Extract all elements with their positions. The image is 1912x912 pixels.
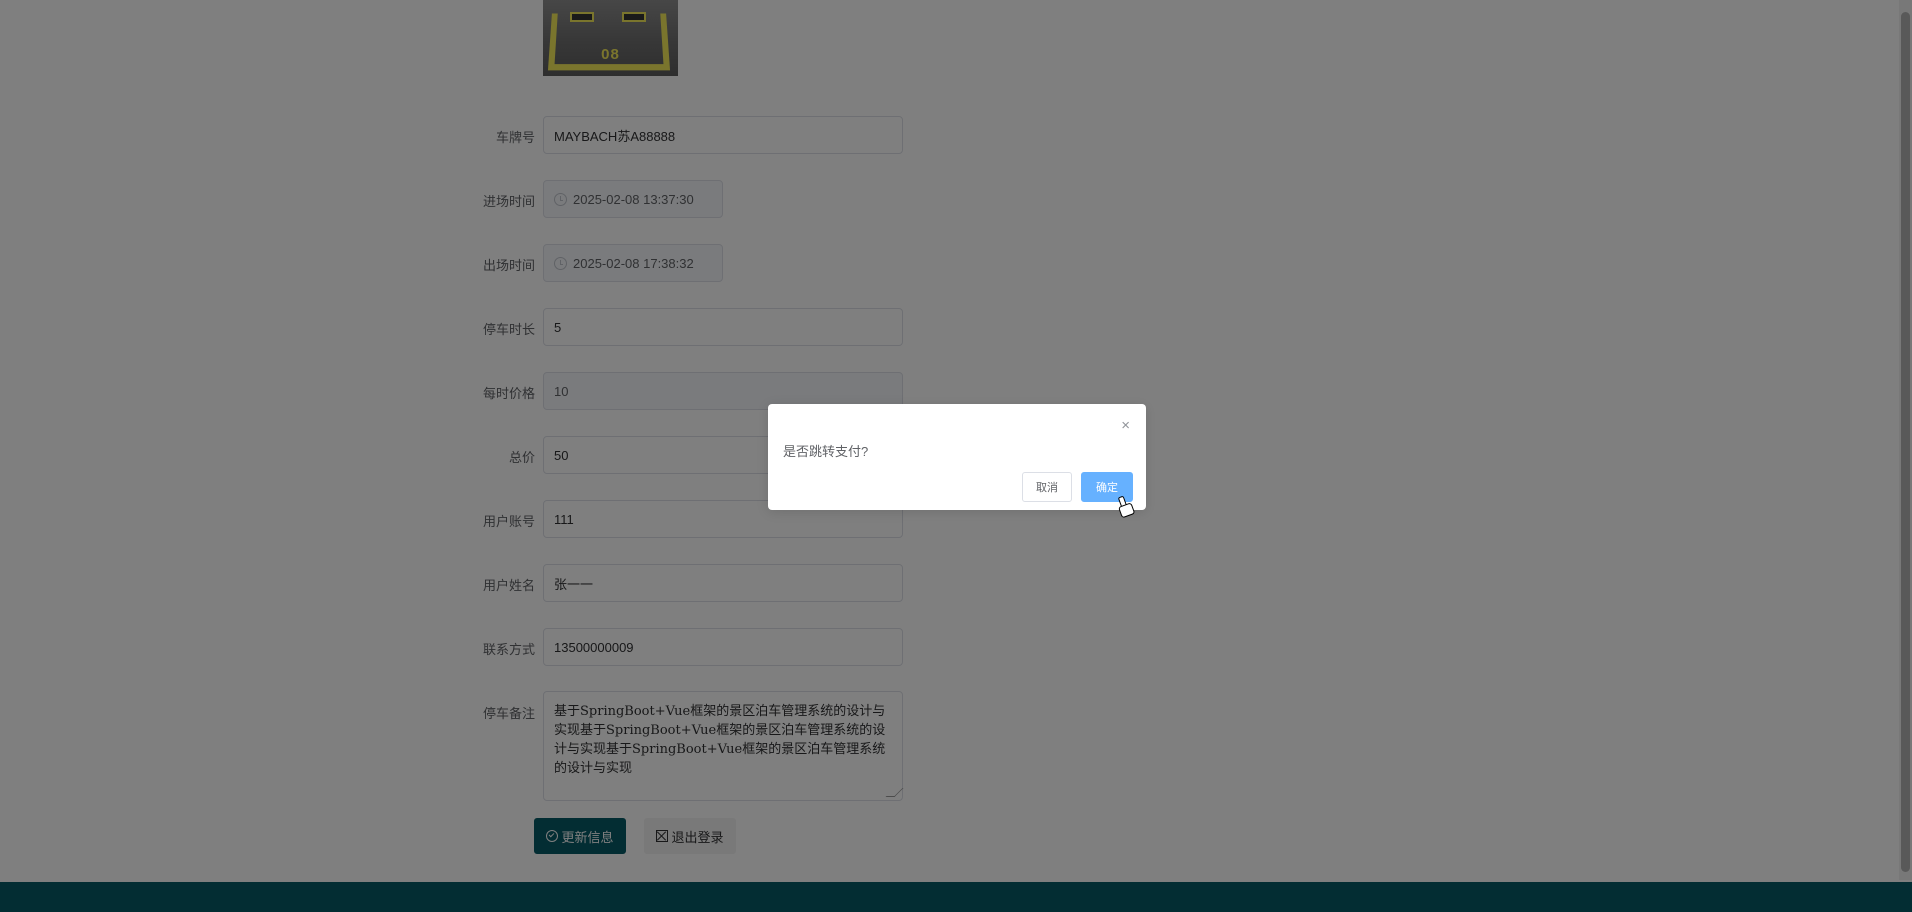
- close-icon[interactable]: ×: [1121, 418, 1130, 433]
- cancel-button[interactable]: 取消: [1022, 472, 1072, 502]
- dialog-message: 是否跳转支付?: [783, 444, 869, 459]
- payment-confirm-dialog: × 是否跳转支付? 取消 确定: [768, 404, 1146, 510]
